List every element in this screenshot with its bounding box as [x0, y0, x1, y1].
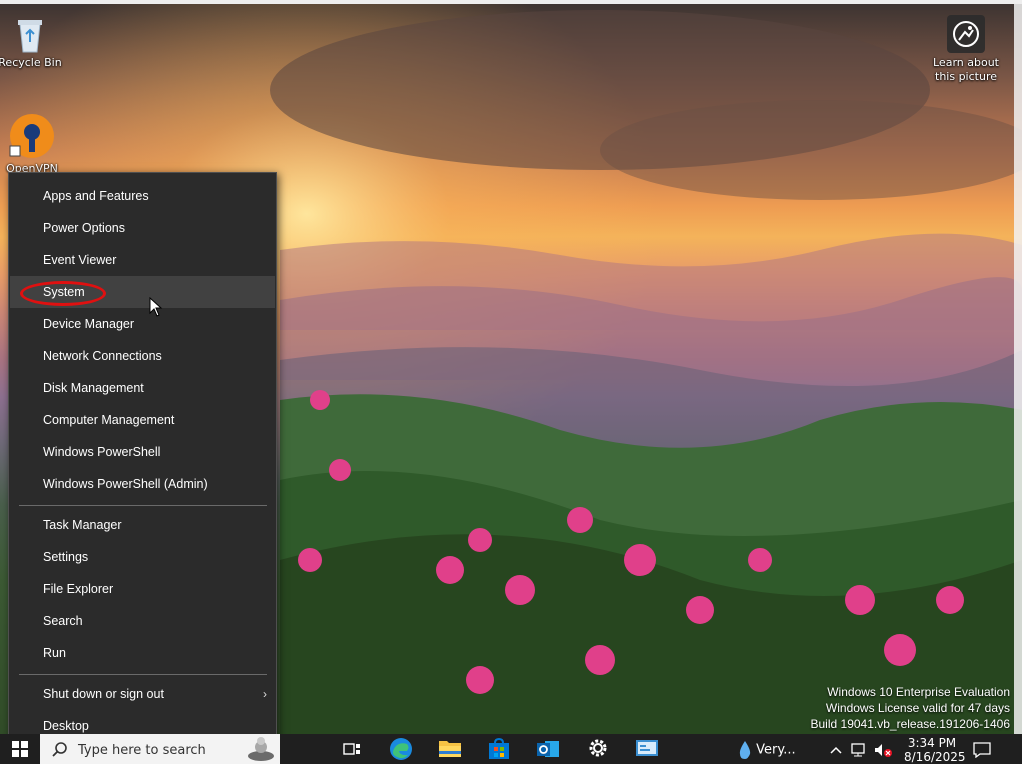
right-window-edge: [1014, 4, 1022, 734]
file-explorer-icon: [439, 741, 461, 757]
menu-item-apps-and-features[interactable]: Apps and Features: [10, 180, 275, 212]
search-placeholder: Type here to search: [78, 743, 206, 758]
learn-about-picture-shortcut[interactable]: Learn about this picture: [928, 14, 1004, 84]
clock-time: 3:34 PM: [907, 736, 957, 750]
menu-item-settings[interactable]: Settings: [10, 541, 275, 573]
desktop-background: Recycle Bin OpenVPN GUI Learn about this…: [0, 0, 1022, 764]
menu-item-search[interactable]: Search: [10, 605, 275, 637]
network-tray-button[interactable]: [848, 737, 870, 761]
watermark-build: Build 19041.vb_release.191206-1406: [810, 717, 1011, 731]
watermark-license: Windows License valid for 47 days: [825, 701, 1010, 715]
file-explorer-button[interactable]: [436, 737, 464, 761]
task-view-icon: [343, 743, 360, 755]
menu-item-shut-down-or-sign-out[interactable]: Shut down or sign out ›: [10, 678, 275, 710]
recycle-bin-icon: [18, 20, 42, 53]
show-hidden-icons-button[interactable]: [826, 737, 846, 761]
windows-logo-icon: [12, 741, 28, 757]
microsoft-store-button[interactable]: [485, 737, 513, 761]
search-highlight-icon: [248, 737, 274, 761]
network-icon: [851, 743, 865, 757]
learn-picture-icon: [947, 15, 985, 53]
outlook-button[interactable]: [534, 737, 562, 761]
menu-separator: [19, 505, 267, 506]
watermark-edition: Windows 10 Enterprise Evaluation: [827, 685, 1010, 699]
menu-item-device-manager[interactable]: Device Manager: [10, 308, 275, 340]
store-icon: [489, 737, 509, 759]
clock-date: 8/16/2025: [904, 750, 966, 764]
settings-button[interactable]: [584, 737, 612, 761]
notification-icon: [973, 742, 991, 759]
start-button[interactable]: [2, 737, 38, 761]
menu-item-network-connections[interactable]: Network Connections: [10, 340, 275, 372]
mouse-pointer-icon: [149, 297, 163, 317]
menu-item-run[interactable]: Run: [10, 637, 275, 669]
outlook-icon: [537, 741, 559, 757]
recycle-bin-label: Recycle Bin: [0, 56, 62, 69]
raindrop-icon: [739, 741, 751, 759]
top-window-edge: [0, 0, 1022, 4]
weather-text: Very...: [756, 742, 796, 758]
menu-item-disk-management[interactable]: Disk Management: [10, 372, 275, 404]
menu-item-windows-powershell-admin[interactable]: Windows PowerShell (Admin): [10, 468, 275, 500]
control-panel-icon: [636, 740, 658, 756]
settings-gear-icon: [589, 739, 607, 757]
taskbar-search-box[interactable]: Type here to search: [40, 734, 280, 764]
power-user-menu: Apps and Features Power Options Event Vi…: [8, 172, 277, 750]
action-center-button[interactable]: [970, 737, 994, 761]
edge-button[interactable]: [387, 737, 415, 761]
volume-muted-icon: [875, 744, 892, 757]
menu-item-power-options[interactable]: Power Options: [10, 212, 275, 244]
windows-evaluation-watermark: Windows 10 Enterprise Evaluation Windows…: [811, 684, 1011, 732]
menu-item-file-explorer[interactable]: File Explorer: [10, 573, 275, 605]
taskbar-clock[interactable]: 3:34 PM 8/16/2025: [904, 736, 966, 764]
menu-item-windows-powershell[interactable]: Windows PowerShell: [10, 436, 275, 468]
menu-item-system[interactable]: System: [10, 276, 275, 308]
task-view-button[interactable]: [338, 737, 366, 761]
edge-icon: [390, 738, 412, 760]
search-icon: [52, 742, 67, 757]
openvpn-icon: [9, 114, 54, 158]
chevron-right-icon: ›: [263, 687, 267, 701]
taskbar: Type here to search Very... 3:34 PM 8/16…: [0, 734, 1022, 764]
menu-item-task-manager[interactable]: Task Manager: [10, 509, 275, 541]
menu-separator: [19, 674, 267, 675]
control-panel-button[interactable]: [633, 737, 661, 761]
menu-item-event-viewer[interactable]: Event Viewer: [10, 244, 275, 276]
menu-item-computer-management[interactable]: Computer Management: [10, 404, 275, 436]
chevron-up-icon: [830, 746, 842, 754]
recycle-bin-shortcut[interactable]: Recycle Bin: [0, 14, 64, 70]
learn-about-picture-label: Learn about this picture: [933, 56, 999, 83]
weather-widget[interactable]: Very...: [738, 740, 796, 760]
volume-tray-button[interactable]: [872, 737, 894, 761]
